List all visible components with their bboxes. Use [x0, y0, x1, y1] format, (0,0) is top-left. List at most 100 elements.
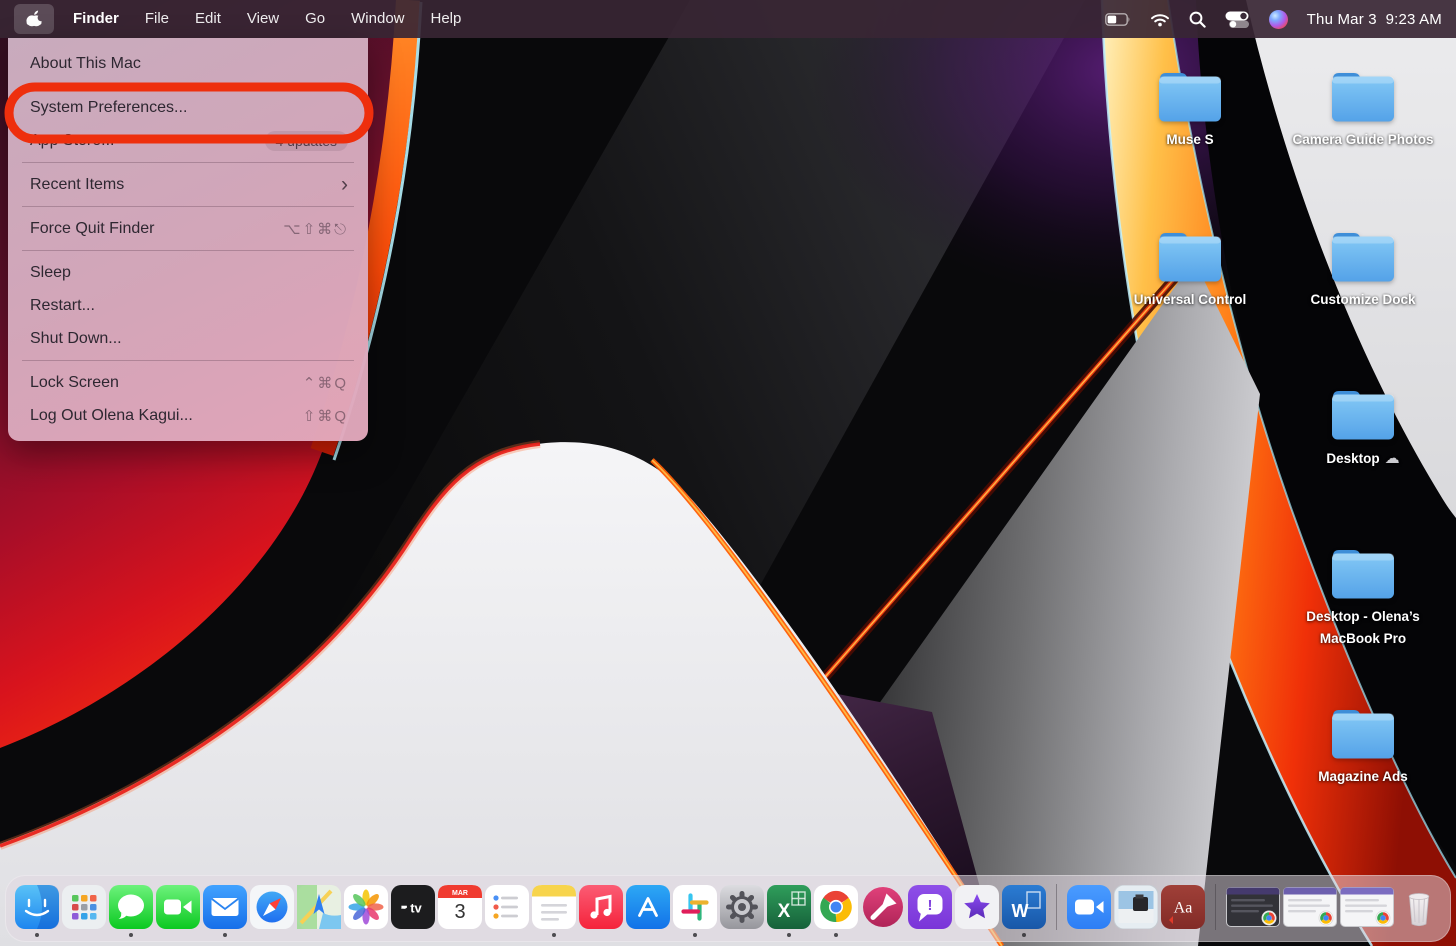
- folder-icon: [1325, 66, 1401, 126]
- dock-item-calendar[interactable]: MAR 3: [438, 885, 482, 929]
- dock: tv MAR 3 X ! W: [5, 875, 1451, 942]
- running-indicator: [35, 933, 39, 937]
- apple-menu-item-about-this-mac[interactable]: About This Mac: [8, 47, 368, 80]
- apple-menu-item-log-out-olena-kagui[interactable]: Log Out Olena Kagui...⇧⌘Q: [8, 399, 368, 432]
- svg-text:W: W: [1012, 901, 1029, 921]
- menu-separator: [22, 250, 354, 251]
- dock-item-app-store[interactable]: [626, 885, 670, 929]
- dock-item-skitch[interactable]: [861, 885, 905, 929]
- menu-bar-item-go[interactable]: Go: [292, 0, 338, 38]
- menu-bar-item-view[interactable]: View: [234, 0, 292, 38]
- dock-item-messages[interactable]: [109, 885, 153, 929]
- desktop-folder-camera-guide-photos[interactable]: Camera Guide Photos: [1278, 66, 1448, 151]
- folder-icon: [1325, 384, 1401, 444]
- svg-text:X: X: [778, 901, 791, 922]
- folder-label: Magazine Ads: [1318, 766, 1408, 788]
- folder-icon: [1152, 226, 1228, 286]
- dock-item-reminders[interactable]: [485, 885, 529, 929]
- dock-item-photos[interactable]: [344, 885, 388, 929]
- folder-label: Universal Control: [1134, 289, 1247, 311]
- dock-item-mail[interactable]: [203, 885, 247, 929]
- keyboard-shortcut: ⌥⇧⌘⎋: [283, 220, 348, 238]
- apple-menu-item-shut-down[interactable]: Shut Down...: [8, 322, 368, 355]
- menu-bar-item-finder[interactable]: Finder: [60, 0, 132, 38]
- dock-item-safari[interactable]: [250, 885, 294, 929]
- desktop-folder-customize-dock[interactable]: Customize Dock: [1278, 226, 1448, 311]
- folder-icon: [1325, 703, 1401, 763]
- folder-label: Muse S: [1166, 129, 1213, 151]
- dock-minimized-window-1[interactable]: [1226, 885, 1280, 929]
- dock-item-zoom[interactable]: [1067, 885, 1111, 929]
- apple-menu-button[interactable]: [14, 4, 54, 34]
- battery-icon[interactable]: [1105, 13, 1131, 26]
- wifi-icon[interactable]: [1150, 12, 1170, 27]
- dock-item-launchpad[interactable]: [62, 885, 106, 929]
- running-indicator: [787, 933, 791, 937]
- svg-text:3: 3: [454, 901, 465, 923]
- apple-menu-item-sleep[interactable]: Sleep: [8, 256, 368, 289]
- running-indicator: [129, 933, 133, 937]
- menu-item-label: Restart...: [30, 297, 348, 315]
- dock-item-dictionary[interactable]: Aa: [1161, 885, 1205, 929]
- dock-item-facetime[interactable]: [156, 885, 200, 929]
- dock-item-microsoft-word[interactable]: W: [1002, 885, 1046, 929]
- running-indicator: [1022, 933, 1026, 937]
- macos-desktop: FinderFileEditViewGoWindowHelp: [0, 0, 1456, 946]
- dock-item-slack[interactable]: [673, 885, 717, 929]
- menu-separator: [22, 360, 354, 361]
- dock-item-alert-chat-app[interactable]: !: [908, 885, 952, 929]
- running-indicator: [693, 933, 697, 937]
- folder-icon: [1325, 543, 1401, 603]
- folder-label: Desktop☁: [1326, 447, 1399, 472]
- icloud-download-icon: ☁: [1385, 450, 1400, 467]
- apple-menu-item-restart[interactable]: Restart...: [8, 289, 368, 322]
- siri-icon[interactable]: [1269, 10, 1288, 29]
- spotlight-search-icon[interactable]: [1189, 11, 1206, 28]
- folder-icon: [1152, 66, 1228, 126]
- dock-item-trash[interactable]: [1397, 885, 1441, 929]
- running-indicator: [552, 933, 556, 937]
- desktop-folder-magazine-ads[interactable]: Magazine Ads: [1278, 703, 1448, 788]
- dock-item-microsoft-excel[interactable]: X: [767, 885, 811, 929]
- dock-minimized-window-3[interactable]: [1340, 885, 1394, 929]
- apple-menu-item-recent-items[interactable]: Recent Items›: [8, 168, 368, 201]
- dock-item-music[interactable]: [579, 885, 623, 929]
- desktop-folder-desktop-olena-s-macbook-pro[interactable]: Desktop - Olena’s MacBook Pro: [1278, 543, 1448, 651]
- menu-item-label: Recent Items: [30, 176, 341, 194]
- menu-bar-left: FinderFileEditViewGoWindowHelp: [14, 0, 474, 38]
- dock-item-imovie[interactable]: [955, 885, 999, 929]
- menu-item-label: App Store...: [30, 132, 265, 150]
- menu-separator: [22, 162, 354, 163]
- dock-item-notes[interactable]: [532, 885, 576, 929]
- menu-bar-item-edit[interactable]: Edit: [182, 0, 234, 38]
- dock-minimized-window-2[interactable]: [1283, 885, 1337, 929]
- apple-menu-item-app-store[interactable]: App Store...4 updates: [8, 124, 368, 157]
- menu-item-label: System Preferences...: [30, 99, 348, 117]
- dock-item-screenshot-utility[interactable]: [1114, 885, 1158, 929]
- svg-text:tv: tv: [410, 901, 422, 916]
- dock-item-maps[interactable]: [297, 885, 341, 929]
- menu-bar-item-file[interactable]: File: [132, 0, 182, 38]
- desktop-folder-muse-s[interactable]: Muse S: [1105, 66, 1275, 151]
- menu-bar-item-window[interactable]: Window: [338, 0, 417, 38]
- apple-menu-dropdown: About This Mac System Preferences... App S…: [8, 38, 368, 441]
- apple-menu-item-system-preferences[interactable]: System Preferences...: [8, 91, 368, 124]
- menu-item-label: Force Quit Finder: [30, 220, 283, 238]
- menu-bar-item-help[interactable]: Help: [418, 0, 475, 38]
- desktop-folder-universal-control[interactable]: Universal Control: [1105, 226, 1275, 311]
- apple-menu-item-force-quit-finder[interactable]: Force Quit Finder⌥⇧⌘⎋: [8, 212, 368, 245]
- svg-text:!: !: [928, 897, 933, 914]
- dock-item-google-chrome[interactable]: [814, 885, 858, 929]
- dock-item-finder[interactable]: [15, 885, 59, 929]
- dock-divider: [1056, 884, 1057, 930]
- folder-label: Customize Dock: [1310, 289, 1415, 311]
- folder-label: Desktop - Olena’s MacBook Pro: [1283, 606, 1443, 651]
- folder-label: Camera Guide Photos: [1292, 129, 1433, 151]
- control-center-icon[interactable]: [1225, 11, 1250, 28]
- desktop-folder-desktop[interactable]: Desktop☁: [1278, 384, 1448, 472]
- menu-bar-clock[interactable]: Thu Mar 3 9:23 AM: [1307, 11, 1442, 28]
- dock-item-apple-tv[interactable]: tv: [391, 885, 435, 929]
- svg-text:Aa: Aa: [1174, 900, 1193, 917]
- dock-item-system-preferences[interactable]: [720, 885, 764, 929]
- apple-menu-item-lock-screen[interactable]: Lock Screen⌃⌘Q: [8, 366, 368, 399]
